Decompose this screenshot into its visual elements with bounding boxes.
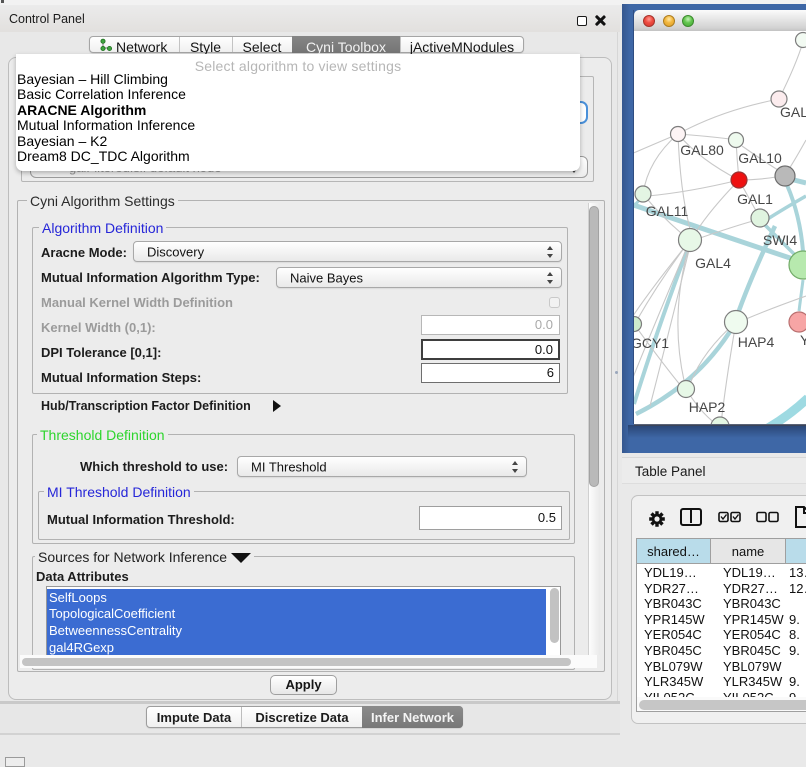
svg-text:GAL80: GAL80 [680,142,724,158]
svg-text:HAP4: HAP4 [738,334,775,350]
svg-text:GAL11: GAL11 [646,203,689,219]
svg-text:HAP2: HAP2 [689,399,726,415]
svg-text:GAL2: GAL2 [780,104,806,120]
svg-text:GAL1: GAL1 [737,191,773,207]
svg-text:GCY1: GCY1 [634,335,669,351]
svg-text:SWI4: SWI4 [763,232,797,248]
svg-text:GAL4: GAL4 [695,255,731,271]
svg-text:GAL10: GAL10 [738,150,782,166]
svg-text:YM: YM [800,332,806,348]
